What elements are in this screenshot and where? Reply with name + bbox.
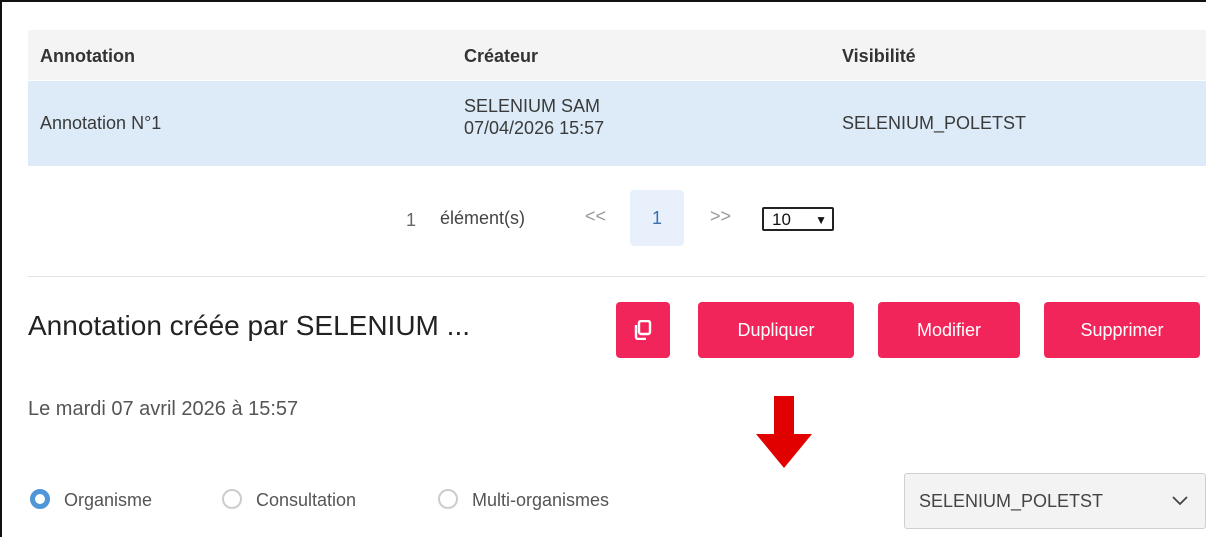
copy-icon: [634, 319, 652, 341]
header-annotation: Annotation: [40, 46, 135, 66]
cell-annotation: Annotation N°1: [40, 113, 162, 133]
radio-dot-selected: [30, 489, 50, 509]
delete-button[interactable]: Supprimer: [1044, 302, 1200, 358]
edit-button[interactable]: Modifier: [878, 302, 1020, 358]
creator-date: 07/04/2026 15:57: [464, 118, 605, 138]
duplicate-button[interactable]: Dupliquer: [698, 302, 854, 358]
red-arrow-icon: [756, 396, 812, 468]
chevron-down-icon: ▼: [815, 213, 827, 227]
radio-dot: [222, 489, 242, 509]
page-size-select[interactable]: 10 ▼: [762, 207, 834, 231]
creator-name: SELENIUM SAM: [464, 96, 601, 116]
annotation-title: Annotation créée par SELENIUM ...: [28, 310, 470, 341]
copy-button[interactable]: [616, 302, 670, 358]
organism-select-value: SELENIUM_POLETST: [919, 491, 1104, 511]
item-count-label: élément(s): [440, 208, 526, 228]
radio-label: Consultation: [256, 490, 357, 510]
radio-label: Organisme: [64, 490, 153, 510]
chevron-down-icon: [1172, 496, 1188, 506]
cell-visibility: SELENIUM_POLETST: [842, 113, 1027, 133]
prev-page-button[interactable]: <<: [585, 206, 606, 227]
table-row[interactable]: Annotation N°1 SELENIUM SAM 07/04/2026 1…: [28, 81, 1206, 166]
page-button-1[interactable]: 1: [630, 190, 684, 246]
pagination: 1 élément(s) << 1 >> 10 ▼: [0, 190, 1206, 246]
item-count: 1: [406, 210, 417, 230]
section-divider: [28, 276, 1206, 277]
page-size-value: 10: [772, 210, 791, 229]
annotation-date: Le mardi 07 avril 2026 à 15:57: [28, 398, 299, 420]
radio-dot: [438, 489, 458, 509]
cell-creator: SELENIUM SAM 07/04/2026 15:57: [464, 95, 604, 139]
next-page-button[interactable]: >>: [710, 206, 731, 227]
header-visibility: Visibilité: [842, 46, 916, 66]
table-header: Annotation Créateur Visibilité: [28, 30, 1206, 80]
header-creator: Créateur: [464, 46, 539, 66]
organism-select[interactable]: SELENIUM_POLETST: [904, 473, 1206, 529]
radio-label: Multi-organismes: [472, 490, 610, 510]
